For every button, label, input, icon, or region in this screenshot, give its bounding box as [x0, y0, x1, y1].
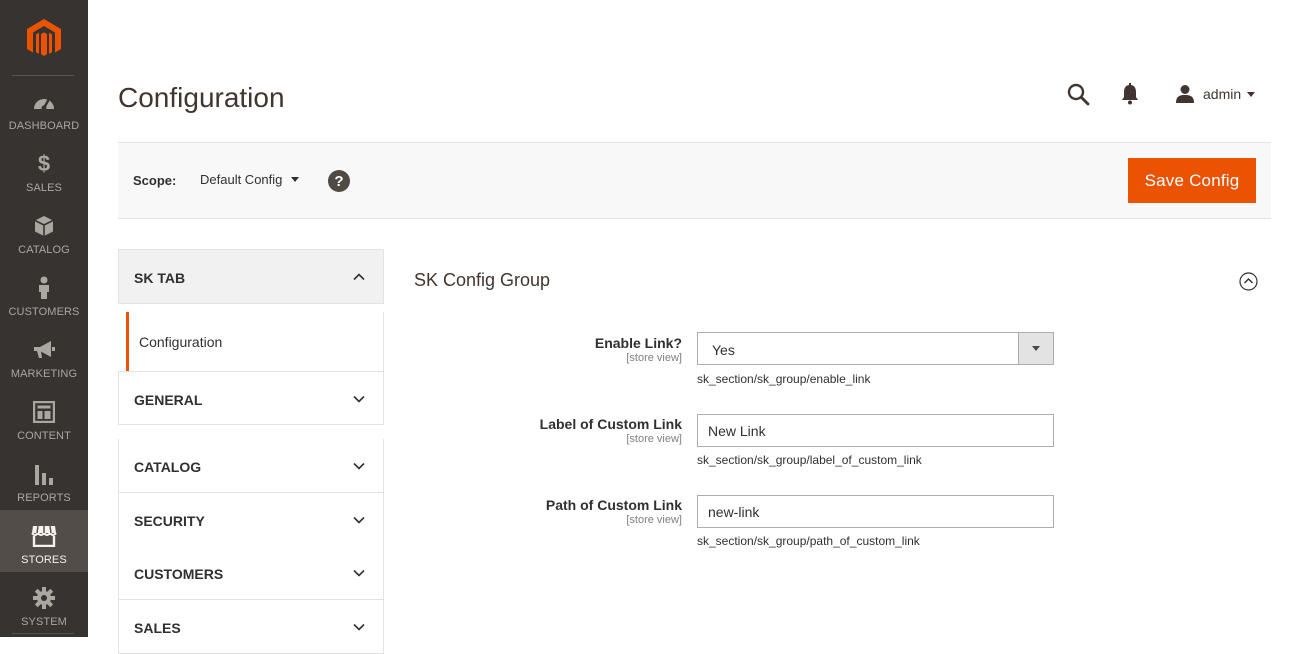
admin-nav: DASHBOARD $ SALES CATALOG CUSTOMERS MARK…	[0, 0, 88, 637]
enable-link-scope: [store view]	[626, 352, 682, 364]
megaphone-icon	[31, 338, 57, 362]
tab-customers[interactable]: CUSTOMERS	[118, 546, 384, 600]
custom-link-path-path: sk_section/sk_group/path_of_custom_link	[697, 534, 920, 548]
user-icon	[1176, 85, 1194, 103]
scope-switcher[interactable]: Default Config	[200, 172, 300, 187]
nav-item-customers[interactable]: CUSTOMERS	[0, 262, 88, 324]
nav-label: SALES	[26, 182, 62, 194]
nav-item-system[interactable]: SYSTEM	[0, 572, 88, 634]
tab-title: SK TAB	[134, 270, 186, 286]
custom-link-label-input[interactable]	[697, 414, 1054, 447]
dashboard-icon	[31, 90, 57, 114]
select-toggle	[1018, 333, 1053, 364]
gear-icon	[31, 586, 57, 610]
bar-chart-icon	[31, 462, 57, 486]
page-title: Configuration	[118, 82, 285, 113]
nav-item-catalog[interactable]: CATALOG	[0, 200, 88, 262]
nav-label: CATALOG	[18, 244, 70, 256]
tab-sales[interactable]: SALES	[118, 600, 384, 654]
nav-label: CUSTOMERS	[8, 306, 80, 318]
tab-title: SALES	[134, 620, 181, 636]
dollar-icon: $	[37, 151, 51, 176]
enable-link-value: Yes	[712, 342, 735, 358]
custom-link-path-input[interactable]	[697, 495, 1054, 528]
chevron-down-icon	[353, 462, 365, 470]
layout-icon	[31, 400, 57, 424]
enable-link-select[interactable]: Yes	[697, 332, 1054, 365]
tab-catalog[interactable]: CATALOG	[118, 439, 384, 493]
nav-label: DASHBOARD	[8, 120, 80, 132]
person-icon	[31, 276, 57, 300]
nav-item-stores[interactable]: STORES	[0, 510, 88, 572]
user-account-menu[interactable]: admin	[1175, 82, 1256, 106]
custom-link-label-scope: [store view]	[626, 433, 682, 445]
tab-security[interactable]: SECURITY	[118, 493, 384, 547]
help-icon[interactable]: ?	[328, 170, 350, 192]
custom-link-label-label: Label of Custom Link	[539, 416, 682, 432]
config-group-title[interactable]: SK Config Group	[414, 270, 550, 291]
chevron-down-icon	[353, 395, 365, 403]
scope-label: Scope:	[133, 173, 177, 188]
notifications-button[interactable]	[1120, 82, 1142, 108]
search-icon	[1067, 83, 1090, 106]
nav-label: MARKETING	[10, 368, 78, 380]
group-collapse-button[interactable]	[1239, 272, 1258, 291]
tab-title: SECURITY	[134, 513, 205, 529]
chevron-up-icon	[353, 273, 365, 281]
chevron-down-icon	[1032, 346, 1040, 351]
scope-value: Default Config	[200, 172, 283, 187]
chevron-down-icon	[353, 623, 365, 631]
custom-link-label-path: sk_section/sk_group/label_of_custom_link	[697, 453, 922, 467]
chevron-down-icon	[353, 516, 365, 524]
custom-link-path-label: Path of Custom Link	[545, 497, 682, 513]
nav-label: CONTENT	[17, 430, 71, 442]
chevron-down-icon	[353, 569, 365, 577]
nav-item-marketing[interactable]: MARKETING	[0, 324, 88, 386]
nav-item-dashboard[interactable]: DASHBOARD	[0, 76, 88, 138]
bell-icon	[1122, 83, 1138, 105]
nav-separator	[12, 633, 74, 634]
chevron-down-icon	[291, 177, 300, 182]
nav-label: REPORTS	[17, 492, 71, 504]
chevron-up-circle-icon	[1239, 272, 1258, 291]
global-search-button[interactable]	[1066, 82, 1092, 108]
scope-bar: Scope: Default Config ? Save Config	[118, 142, 1271, 219]
nav-item-content[interactable]: CONTENT	[0, 386, 88, 448]
tab-title: CATALOG	[134, 459, 202, 475]
nav-item-sales[interactable]: $ SALES	[0, 138, 88, 200]
tab-item-configuration[interactable]: Configuration	[126, 312, 384, 371]
nav-label: STORES	[21, 554, 67, 566]
box-icon	[31, 214, 57, 238]
tab-title: CUSTOMERS	[134, 566, 224, 582]
storefront-icon	[31, 524, 57, 548]
user-name: admin	[1203, 86, 1242, 102]
tab-item-label: Configuration	[139, 334, 223, 350]
magento-logo[interactable]	[0, 0, 88, 76]
magento-logo-icon	[27, 19, 61, 56]
save-config-button[interactable]: Save Config	[1128, 158, 1256, 203]
chevron-down-icon	[1247, 91, 1256, 97]
nav-item-reports[interactable]: REPORTS	[0, 448, 88, 510]
custom-link-path-scope: [store view]	[626, 514, 682, 526]
config-tabs: SK TAB Configuration GENERAL CATALOG SEC…	[118, 249, 384, 654]
enable-link-label: Enable Link?	[594, 335, 682, 351]
nav-label: SYSTEM	[21, 616, 67, 628]
tab-sk-tab[interactable]: SK TAB	[118, 249, 384, 304]
tab-general[interactable]: GENERAL	[118, 371, 384, 425]
enable-link-path: sk_section/sk_group/enable_link	[697, 372, 871, 386]
tab-title: GENERAL	[134, 392, 203, 408]
